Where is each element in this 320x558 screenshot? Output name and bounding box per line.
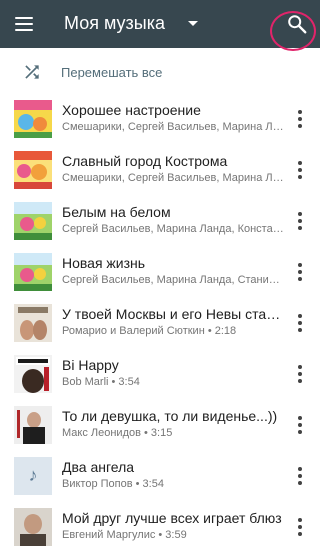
track-row[interactable]: Новая жизнь Сергей Васильев, Марина Ланд… [0, 249, 320, 300]
more-options-icon[interactable] [294, 161, 306, 179]
track-row[interactable]: Белым на белом Сергей Васильев, Марина Л… [0, 198, 320, 249]
track-title: Хорошее настроение [62, 102, 201, 118]
track-subtitle: Смешарики, Сергей Васильев, Марина Л… [62, 172, 284, 184]
track-subtitle: Евгений Маргулис • 3:59 [62, 529, 187, 541]
track-subtitle: Виктор Попов • 3:54 [62, 478, 164, 490]
album-cover-leonidov [14, 406, 52, 444]
shuffle-label: Перемешать все [61, 65, 163, 80]
more-options-icon[interactable] [294, 416, 306, 434]
track-title: Новая жизнь [62, 255, 146, 271]
track-row[interactable]: Славный город Кострома Смешарики, Сергей… [0, 147, 320, 198]
track-subtitle: Сергей Васильев, Марина Ланда, Конста… [62, 223, 284, 235]
track-title: Bi Happy [62, 357, 119, 373]
track-title: Мой друг лучше всех играет блюз [62, 510, 282, 526]
track-title: Белым на белом [62, 204, 171, 220]
track-row[interactable]: ♪ Два ангела Виктор Попов • 3:54 [0, 453, 320, 504]
more-options-icon[interactable] [294, 467, 306, 485]
music-note-icon: ♪ [28, 465, 38, 485]
shuffle-all-button[interactable]: Перемешать все [0, 52, 320, 92]
track-row[interactable]: Мой друг лучше всех играет блюз Евгений … [0, 504, 320, 555]
album-cover-placeholder: ♪ [14, 457, 52, 495]
album-cover-romario [14, 304, 52, 342]
album-cover-smeshariki-green [14, 202, 52, 240]
track-title: Славный город Кострома [62, 153, 228, 169]
dropdown-caret-icon[interactable] [188, 21, 198, 26]
track-title: У твоей Москвы и его Невы стало… [62, 306, 284, 322]
more-options-icon[interactable] [294, 365, 306, 383]
album-cover-bob-marli [14, 355, 52, 393]
album-cover-smeshariki [14, 151, 52, 189]
track-row[interactable]: То ли девушка, то ли виденье...)) Макс Л… [0, 402, 320, 453]
more-options-icon[interactable] [294, 314, 306, 332]
track-title: Два ангела [62, 459, 135, 475]
track-row[interactable]: У твоей Москвы и его Невы стало… Ромарио… [0, 300, 320, 351]
album-cover-smeshariki-green [14, 253, 52, 291]
shuffle-icon [25, 65, 39, 79]
track-row[interactable]: Bi Happy Bob Marli • 3:54 [0, 351, 320, 402]
search-icon[interactable] [286, 13, 308, 35]
more-options-icon[interactable] [294, 212, 306, 230]
track-subtitle: Смешарики, Сергей Васильев, Марина Л… [62, 121, 284, 133]
menu-icon[interactable] [12, 12, 36, 36]
track-row[interactable]: Хорошее настроение Смешарики, Сергей Вас… [0, 96, 320, 147]
page-title[interactable]: Моя музыка [64, 13, 165, 34]
track-subtitle: Ромарио и Валерий Сюткин • 2:18 [62, 325, 237, 337]
track-subtitle: Макс Леонидов • 3:15 [62, 427, 173, 439]
app-bar: Моя музыка [0, 0, 320, 48]
album-cover-margulis [14, 508, 52, 546]
track-subtitle: Bob Marli • 3:54 [62, 376, 140, 388]
album-cover-smeshariki [14, 100, 52, 138]
more-options-icon[interactable] [294, 518, 306, 536]
track-subtitle: Сергей Васильев, Марина Ланда, Станис… [62, 274, 284, 286]
track-title: То ли девушка, то ли виденье...)) [62, 408, 278, 424]
more-options-icon[interactable] [294, 110, 306, 128]
more-options-icon[interactable] [294, 263, 306, 281]
